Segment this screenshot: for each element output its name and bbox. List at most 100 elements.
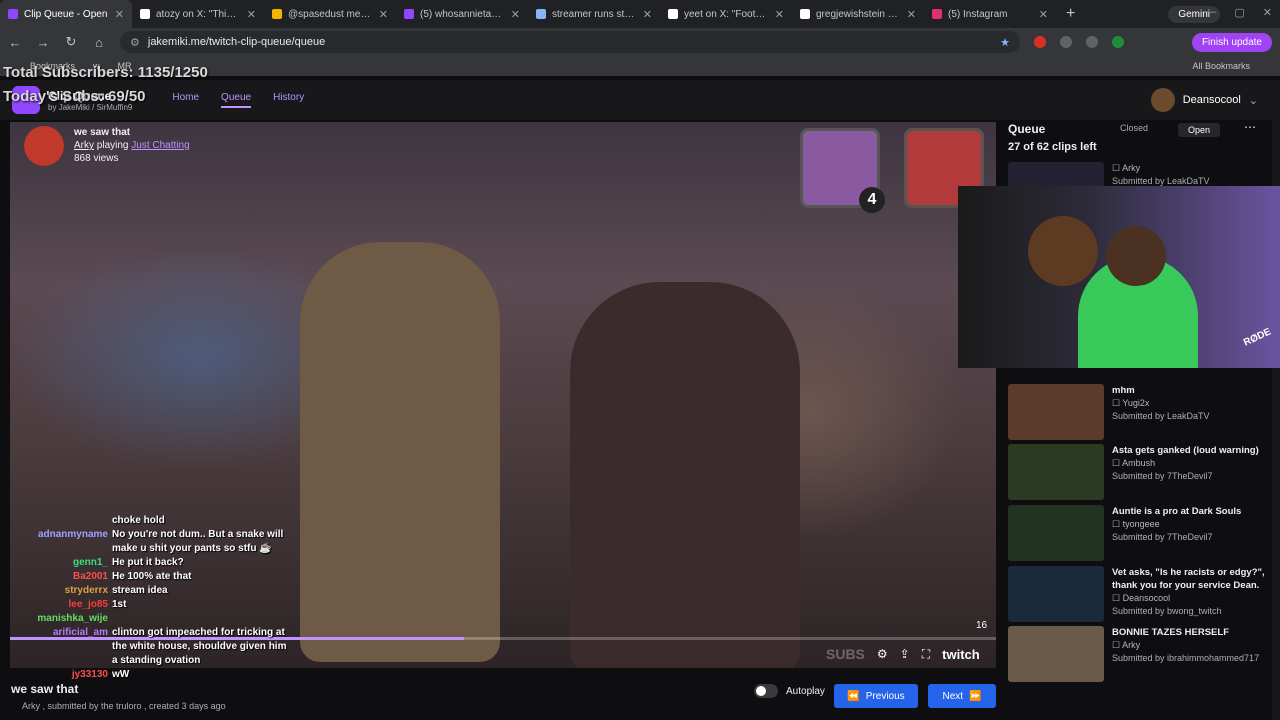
queue-item-info: BONNIE TAZES HERSELF ☐ Arky Submitted by i… bbox=[1112, 626, 1259, 682]
site-info-icon[interactable]: ⚙ bbox=[130, 36, 140, 49]
queue-item-info: Asta gets ganked (loud warning) ☐ Ambush S… bbox=[1112, 444, 1259, 500]
queue-item-channel: ☐ Deansocool bbox=[1112, 593, 1171, 603]
x-icon bbox=[800, 9, 810, 19]
queue-item[interactable]: mhm ☐ Yugi2x Submitted by LeakDaTV bbox=[1008, 384, 1270, 440]
chat-message: jy33130 wW bbox=[0, 668, 290, 682]
autoplay-toggle[interactable]: Autoplay bbox=[754, 684, 825, 698]
chat-text: clinton got impeached for tricking at th… bbox=[112, 627, 287, 666]
share-icon[interactable]: ⇪ bbox=[900, 647, 910, 661]
chat-username[interactable]: genn1_ bbox=[6, 556, 108, 570]
close-tab-icon[interactable]: ✕ bbox=[379, 8, 388, 21]
chat-message: lee_jo85 1st bbox=[0, 598, 290, 612]
chat-username[interactable]: adnanmyname bbox=[6, 528, 108, 556]
clip-title-below: we saw that bbox=[11, 682, 79, 696]
chat-username[interactable]: Ba2001 bbox=[6, 570, 108, 584]
view-count: 868 views bbox=[74, 153, 119, 164]
tab-search-icon[interactable] bbox=[1086, 36, 1098, 48]
user-menu[interactable]: Deansocool ⌄ bbox=[1150, 88, 1258, 112]
twitch-icon bbox=[404, 9, 414, 19]
clip-thumbnail[interactable] bbox=[1008, 566, 1104, 622]
previous-button[interactable]: ⏪ Previous bbox=[834, 684, 918, 708]
close-tab-icon[interactable]: ✕ bbox=[775, 8, 784, 21]
nav-history[interactable]: History bbox=[273, 92, 304, 108]
chat-message: genn1_ He put it back? bbox=[0, 556, 290, 570]
maximize-icon[interactable]: ▢ bbox=[1234, 6, 1244, 19]
home-icon[interactable]: ⌂ bbox=[92, 35, 106, 50]
tab-clip-queue[interactable]: Clip Queue - Open ✕ bbox=[0, 0, 132, 28]
twitch-logo[interactable]: twitch bbox=[942, 647, 980, 662]
minimize-icon[interactable]: — bbox=[1205, 6, 1216, 19]
autoplay-label: Autoplay bbox=[786, 685, 825, 697]
queue-item-channel: ☐ Arky bbox=[1112, 640, 1141, 650]
tab-closed[interactable]: Closed bbox=[1120, 123, 1148, 137]
thumbnail-badge: 4 bbox=[859, 187, 885, 213]
queue-item-submitter: Submitted by 7TheDevil7 bbox=[1112, 471, 1213, 481]
extension-icon[interactable] bbox=[1034, 36, 1046, 48]
all-bookmarks[interactable]: All Bookmarks bbox=[1192, 61, 1250, 71]
new-tab-button[interactable]: + bbox=[1056, 5, 1085, 23]
chat-message: stryderrx stream idea bbox=[0, 584, 290, 598]
close-tab-icon[interactable]: ✕ bbox=[643, 8, 652, 21]
chat-message: adnanmyname No you're not dum.. But a sna… bbox=[0, 528, 290, 556]
more-options-icon[interactable]: ⋯ bbox=[1244, 120, 1256, 134]
clip-thumbnail[interactable] bbox=[1008, 444, 1104, 500]
reload-icon[interactable]: ↻ bbox=[64, 34, 78, 50]
game-link[interactable]: Just Chatting bbox=[131, 140, 189, 151]
queue-item-title: Vet asks, "Is he racists or edgy?", than… bbox=[1112, 567, 1265, 591]
x-icon bbox=[668, 9, 678, 19]
chat-text: He put it back? bbox=[112, 557, 184, 568]
chat-username[interactable]: stryderrx bbox=[6, 584, 108, 598]
tab-yeet[interactable]: yeet on X: "Footage of✕ bbox=[660, 0, 792, 28]
instagram-icon bbox=[932, 9, 942, 19]
queue-item-submitter: Submitted by LeakDaTV bbox=[1112, 411, 1210, 421]
chat-message: Ba2001 He 100% ate that bbox=[0, 570, 290, 584]
fullscreen-icon[interactable]: ⛶ bbox=[922, 647, 930, 662]
nav-home[interactable]: Home bbox=[172, 92, 199, 108]
chat-overlay: choke hold adnanmyname No you're not dum..… bbox=[0, 514, 290, 682]
chat-username[interactable]: jy33130 bbox=[6, 668, 108, 682]
clip-thumbnail[interactable] bbox=[1008, 505, 1104, 561]
close-window-icon[interactable]: ✕ bbox=[1263, 6, 1272, 19]
queue-item[interactable]: Auntie is a pro at Dark Souls ☐ tyongeee S… bbox=[1008, 505, 1270, 561]
toggle-switch[interactable] bbox=[754, 684, 778, 698]
today-subs-overlay: Today's Subs: 69/50 bbox=[3, 88, 146, 105]
profile-icon[interactable] bbox=[1112, 36, 1124, 48]
extensions-puzzle-icon[interactable] bbox=[1060, 36, 1072, 48]
close-tab-icon[interactable]: ✕ bbox=[511, 8, 520, 21]
fast-forward-icon: ⏩ bbox=[969, 690, 982, 702]
tab-atozy[interactable]: atozy on X: "This might✕ bbox=[132, 0, 264, 28]
clip-byline: Arky , submitted by the truloro , create… bbox=[22, 701, 226, 711]
chat-username[interactable] bbox=[6, 514, 108, 528]
tab-whosannietaboo[interactable]: (5) whosannietaboo - Tw✕ bbox=[396, 0, 528, 28]
url-field[interactable]: ⚙ jakemiki.me/twitch-clip-queue/queue ★ bbox=[120, 31, 1020, 53]
close-tab-icon[interactable]: ✕ bbox=[1039, 8, 1048, 21]
queue-item[interactable]: BONNIE TAZES HERSELF ☐ Arky Submitted by i… bbox=[1008, 626, 1270, 682]
queue-item-channel: ☐ Arky bbox=[1112, 163, 1141, 173]
channel-avatar[interactable] bbox=[24, 126, 64, 166]
x-icon bbox=[140, 9, 150, 19]
tab-streamer-stalker[interactable]: streamer runs stalker o✕ bbox=[528, 0, 660, 28]
back-icon[interactable]: ← bbox=[8, 35, 22, 50]
close-tab-icon[interactable]: ✕ bbox=[247, 8, 256, 21]
tab-gregjewishstein[interactable]: gregjewishstein on X: "I✕ bbox=[792, 0, 924, 28]
channel-name[interactable]: Arky bbox=[74, 140, 94, 151]
chat-username[interactable]: lee_jo85 bbox=[6, 598, 108, 612]
nav-queue[interactable]: Queue bbox=[221, 92, 252, 108]
close-tab-icon[interactable]: ✕ bbox=[115, 8, 124, 21]
queue-item[interactable]: Vet asks, "Is he racists or edgy?", than… bbox=[1008, 566, 1270, 622]
chat-username[interactable]: arificial_am bbox=[6, 626, 108, 668]
chat-username[interactable]: manishka_wije bbox=[6, 612, 108, 626]
tab-spasedust[interactable]: @spasedust mentio ✕ bbox=[264, 0, 396, 28]
next-button[interactable]: Next ⏩ bbox=[928, 684, 996, 708]
forward-icon[interactable]: → bbox=[36, 35, 50, 50]
bookmark-star-icon[interactable]: ★ bbox=[1000, 36, 1010, 49]
tab-instagram[interactable]: (5) Instagram ✕ bbox=[924, 0, 1056, 28]
tab-open[interactable]: Open bbox=[1178, 123, 1221, 137]
clip-thumbnail[interactable] bbox=[1008, 384, 1104, 440]
finish-update-button[interactable]: Finish update bbox=[1191, 32, 1272, 52]
queue-item[interactable]: Asta gets ganked (loud warning) ☐ Ambush S… bbox=[1008, 444, 1270, 500]
clip-thumbnail[interactable] bbox=[1008, 626, 1104, 682]
close-tab-icon[interactable]: ✕ bbox=[907, 8, 916, 21]
window-controls: — ▢ ✕ bbox=[1205, 6, 1272, 19]
settings-icon[interactable]: ⚙ bbox=[877, 647, 888, 661]
